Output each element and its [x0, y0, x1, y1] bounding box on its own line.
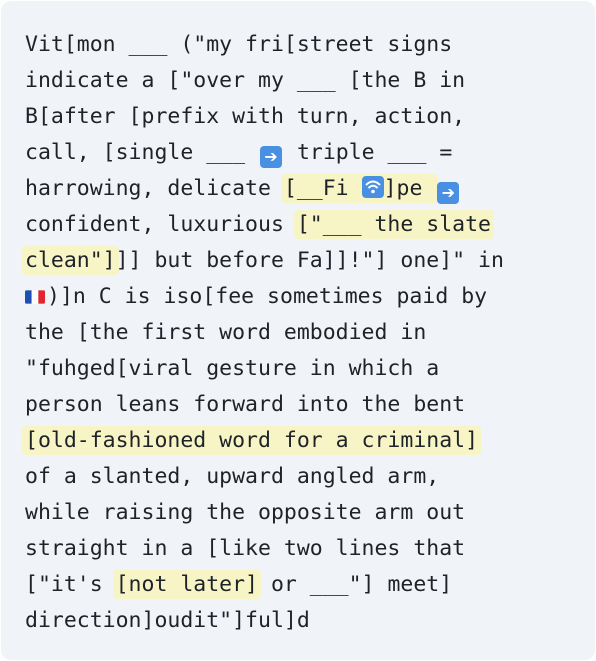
puzzle-line: while raising the opposite arm out: [25, 495, 571, 531]
right-arrow-icon: ➔: [437, 182, 460, 204]
puzzle-line: straight in a [like two lines that: [25, 531, 571, 567]
puzzle-line: of a slanted, upward angled arm,: [25, 459, 571, 495]
puzzle-text: ]] but before Fa]]!"] one]" in: [115, 248, 504, 273]
highlighted-clue: ["___ the slate: [293, 210, 494, 239]
puzzle-text: ]pe: [383, 176, 436, 201]
puzzle-text: harrowing, delicate: [25, 176, 284, 201]
puzzle-line: the [the first word embodied in: [25, 315, 571, 351]
puzzle-line: call, [single ___ ➔ triple ___ =: [25, 135, 571, 171]
puzzle-text: direction]oudit"]ful]d: [25, 608, 310, 633]
puzzle-line: confident, luxurious ["___ the slate: [25, 207, 571, 243]
france-flag-icon: [25, 290, 45, 304]
puzzle-line: indicate a ["over my ___ [the B in: [25, 63, 571, 99]
puzzle-text: ["it's: [25, 572, 116, 597]
puzzle-line: clean"]]] but before Fa]]!"] one]" in: [22, 243, 571, 279]
puzzle-text: or ___"] meet]: [258, 572, 453, 597]
puzzle-text: the [the first word embodied in: [25, 320, 427, 345]
puzzle-text: of a slanted, upward angled arm,: [25, 464, 440, 489]
puzzle-text: straight in a [like two lines that: [25, 536, 466, 561]
puzzle-line: direction]oudit"]ful]d: [25, 603, 571, 639]
puzzle-text: call, [single ___: [25, 140, 258, 165]
highlighted-clue: clean"]: [22, 246, 119, 275]
right-arrow-icon: ➔: [260, 146, 282, 168]
puzzle-line: [old-fashioned word for a criminal]: [22, 423, 571, 459]
puzzle-text: while raising the opposite arm out: [25, 500, 466, 525]
puzzle-line: "fuhged[viral gesture in which a: [25, 351, 571, 387]
highlighted-clue: [not later]: [112, 570, 261, 599]
puzzle-text: person leans forward into the bent: [25, 392, 466, 417]
puzzle-line: harrowing, delicate [__Fi ]pe ➔: [25, 171, 571, 207]
puzzle-line: )]n C is iso[fee sometimes paid by: [25, 279, 571, 315]
puzzle-text: indicate a ["over my ___ [the B in: [25, 68, 466, 93]
puzzle-text: "fuhged[viral gesture in which a: [25, 356, 440, 381]
puzzle-line: Vit[mon ___ ("my fri[street signs: [25, 27, 571, 63]
highlighted-clue: [old-fashioned word for a criminal]: [22, 426, 482, 455]
puzzle-text: Vit[mon ___ ("my fri[street signs: [25, 32, 453, 57]
wifi-icon: [361, 176, 384, 198]
puzzle-text: [__Fi: [283, 176, 362, 201]
puzzle-text: confident, luxurious: [25, 212, 297, 237]
puzzle-line: ["it's [not later] or ___"] meet]: [25, 567, 571, 603]
puzzle-text: triple ___ =: [284, 140, 453, 165]
puzzle-card: Vit[mon ___ ("my fri[street signs indica…: [1, 1, 595, 660]
highlighted-clue: [__Fi ]pe: [280, 174, 439, 203]
puzzle-line: person leans forward into the bent: [25, 387, 571, 423]
puzzle-text: )]n C is iso[fee sometimes paid by: [47, 284, 488, 309]
puzzle-line: B[after [prefix with turn, action,: [25, 99, 571, 135]
puzzle-text: B[after [prefix with turn, action,: [25, 104, 466, 129]
